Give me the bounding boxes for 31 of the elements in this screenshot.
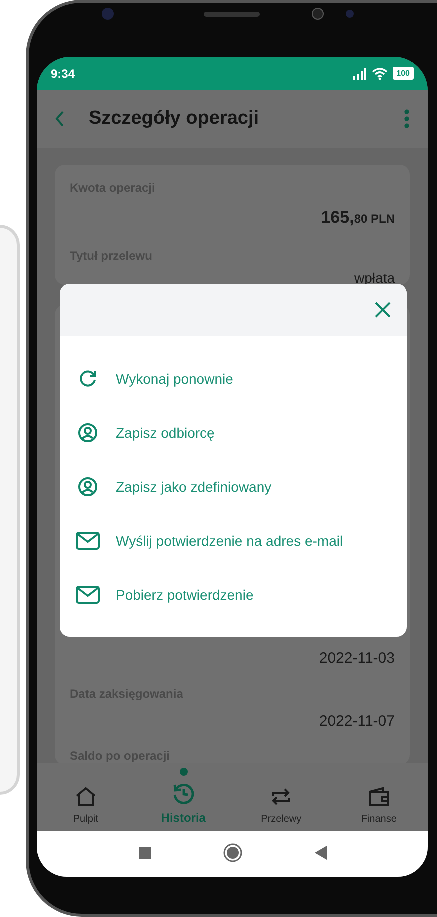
- menu-item[interactable]: Zapisz jako zdefiniowany: [60, 460, 407, 514]
- signal-icon: [350, 68, 367, 80]
- detail-value: wpłata: [354, 268, 395, 288]
- recents-icon[interactable]: [138, 847, 150, 859]
- detail-value: 2022-11-03: [318, 649, 395, 669]
- detail-value: 2022-11-07: [318, 712, 395, 732]
- speaker-grille: [204, 12, 260, 17]
- close-icon[interactable]: [375, 302, 391, 318]
- wifi-icon: [372, 68, 388, 80]
- menu-item[interactable]: Zapisz odbiorcę: [60, 406, 407, 460]
- user-icon: [78, 423, 98, 443]
- user-icon: [78, 477, 98, 497]
- screen-title: Szczegóły operacji: [89, 106, 260, 131]
- back-button-icon[interactable]: [314, 846, 326, 860]
- wallet-icon: [368, 787, 390, 807]
- battery-icon: 100: [392, 67, 414, 80]
- envelope-icon: [76, 532, 100, 550]
- home-icon: [74, 787, 97, 807]
- status-time: 9:34: [51, 66, 76, 82]
- nav-tab[interactable]: Finanse: [339, 787, 420, 827]
- menu-item[interactable]: Wyślij potwierdzenie na adres e-mail: [60, 514, 407, 568]
- nav-tab[interactable]: Pulpit: [46, 787, 126, 827]
- envelope-icon: [76, 586, 100, 604]
- menu-item[interactable]: Pobierz potwierdzenie: [60, 568, 407, 622]
- transfer-icon: [270, 787, 292, 807]
- home-button-icon[interactable]: [222, 843, 242, 863]
- history-icon: [172, 782, 196, 806]
- menu-item[interactable]: Wykonaj ponownie: [60, 352, 407, 406]
- amount-value: 165,80 PLN: [320, 207, 395, 229]
- refresh-icon: [78, 369, 98, 389]
- nav-tab[interactable]: Przelewy: [241, 787, 322, 827]
